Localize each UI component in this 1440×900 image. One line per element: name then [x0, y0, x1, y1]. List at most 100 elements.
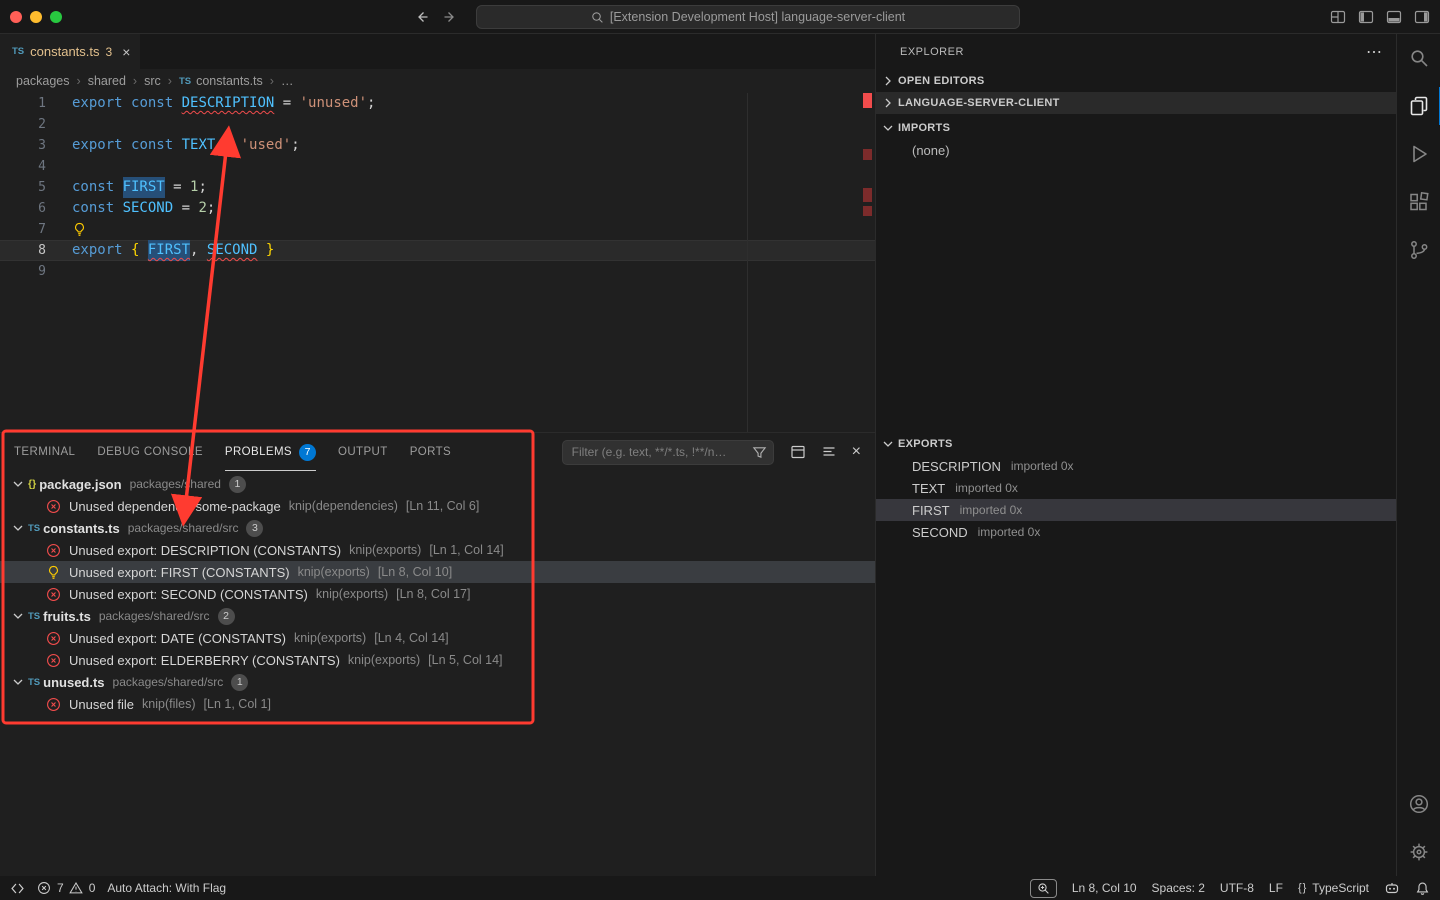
remote-indicator[interactable]: [10, 881, 25, 896]
problem-source: knip(exports): [349, 543, 421, 557]
problem-row[interactable]: Unused dependency: some-packageknip(depe…: [0, 495, 875, 517]
problems-file-name: package.json: [39, 477, 121, 492]
code-token: const: [131, 135, 182, 156]
activity-run-debug[interactable]: [1397, 130, 1440, 178]
editor-group: TS constants.ts 3 × packages › shared › …: [0, 34, 876, 876]
back-icon[interactable]: [414, 9, 430, 25]
chevron-down-icon[interactable]: [10, 476, 28, 492]
problems-filter-input[interactable]: [563, 445, 773, 459]
code-line[interactable]: 7: [0, 219, 875, 240]
activity-source-control[interactable]: [1397, 226, 1440, 274]
export-item[interactable]: TEXTimported 0x: [876, 477, 1396, 499]
problem-row[interactable]: Unused export: DATE (CONSTANTS)knip(expo…: [0, 627, 875, 649]
command-center-search[interactable]: [Extension Development Host] language-se…: [476, 5, 1020, 29]
activity-bar: [1396, 34, 1440, 876]
problems-file-row[interactable]: TSconstants.tspackages/shared/src3: [0, 517, 875, 539]
breadcrumb-item-src[interactable]: src: [144, 74, 161, 88]
problem-row[interactable]: Unused fileknip(files)[Ln 1, Col 1]: [0, 693, 875, 715]
panel-tab-terminal[interactable]: TERMINAL: [14, 433, 75, 471]
line-number: 2: [0, 114, 46, 135]
export-item[interactable]: FIRSTimported 0x: [876, 499, 1396, 521]
customize-layout-icon[interactable]: [1330, 9, 1346, 25]
panel-tab-problems[interactable]: PROBLEMS 7: [225, 433, 316, 471]
code-line[interactable]: 8export { FIRST, SECOND }: [0, 240, 875, 261]
export-item[interactable]: DESCRIPTIONimported 0x: [876, 455, 1396, 477]
indentation[interactable]: Spaces: 2: [1152, 881, 1205, 895]
code-editor[interactable]: 1export const DESCRIPTION = 'unused';23e…: [0, 93, 875, 432]
toggle-sidebar-right-icon[interactable]: [1414, 9, 1430, 25]
more-actions-icon[interactable]: ⋯: [1366, 42, 1382, 62]
problems-file-row[interactable]: TSfruits.tspackages/shared/src2: [0, 605, 875, 627]
problem-row[interactable]: Unused export: FIRST (CONSTANTS)knip(exp…: [0, 561, 875, 583]
panel-actions: ×: [790, 444, 861, 460]
typescript-file-icon: TS: [179, 76, 191, 87]
zoom-indicator[interactable]: [1030, 879, 1057, 898]
error-count: 7: [57, 881, 64, 895]
panel-tab-output[interactable]: OUTPUT: [338, 433, 388, 471]
encoding[interactable]: UTF-8: [1220, 881, 1254, 895]
auto-attach-status[interactable]: Auto Attach: With Flag: [107, 881, 226, 895]
chevron-down-icon[interactable]: [10, 674, 28, 690]
problems-filter: [562, 440, 774, 465]
chevron-down-icon[interactable]: [10, 608, 28, 624]
line-number: 3: [0, 135, 46, 156]
section-language-server-client[interactable]: LANGUAGE-SERVER-CLIENT: [876, 92, 1396, 114]
close-panel-icon[interactable]: ×: [852, 444, 861, 460]
toggle-panel-icon[interactable]: [1386, 9, 1402, 25]
breadcrumb-item-file[interactable]: TS constants.ts: [179, 74, 263, 88]
eol-sequence[interactable]: LF: [1269, 881, 1283, 895]
zoom-window-button[interactable]: [50, 11, 62, 23]
export-item[interactable]: SECONDimported 0x: [876, 521, 1396, 543]
panel-tab-ports[interactable]: PORTS: [410, 433, 451, 471]
code-line[interactable]: 9: [0, 261, 875, 282]
line-number: 9: [0, 261, 46, 282]
exports-items: DESCRIPTIONimported 0xTEXTimported 0xFIR…: [876, 455, 1396, 543]
close-tab-icon[interactable]: ×: [122, 44, 130, 60]
cursor-position[interactable]: Ln 8, Col 10: [1072, 881, 1137, 895]
problems-file-row[interactable]: {}package.jsonpackages/shared1: [0, 473, 875, 495]
notifications-bell-icon[interactable]: [1415, 881, 1430, 896]
problem-row[interactable]: Unused export: ELDERBERRY (CONSTANTS)kni…: [0, 649, 875, 671]
section-imports[interactable]: IMPORTS: [876, 117, 1396, 139]
problem-row[interactable]: Unused export: DESCRIPTION (CONSTANTS)kn…: [0, 539, 875, 561]
line-content: [46, 156, 72, 177]
line-number: 1: [0, 93, 46, 114]
chevron-down-icon[interactable]: [10, 520, 28, 536]
copilot-icon[interactable]: [1384, 880, 1400, 896]
import-item[interactable]: (none): [876, 139, 1396, 161]
code-line[interactable]: 1export const DESCRIPTION = 'unused';: [0, 93, 875, 114]
line-content: [46, 261, 72, 282]
bottom-panel: TERMINAL DEBUG CONSOLE PROBLEMS 7 OUTPUT…: [0, 432, 875, 876]
collapse-all-icon[interactable]: [821, 444, 837, 460]
close-window-button[interactable]: [10, 11, 22, 23]
activity-settings[interactable]: [1397, 828, 1440, 876]
forward-icon[interactable]: [442, 9, 458, 25]
tab-constants-ts[interactable]: TS constants.ts 3 ×: [0, 34, 140, 69]
view-as-table-icon[interactable]: [790, 444, 806, 460]
code-line[interactable]: 3export const TEXT = 'used';: [0, 135, 875, 156]
section-open-editors[interactable]: OPEN EDITORS: [876, 70, 1396, 92]
panel-tab-debug-console[interactable]: DEBUG CONSOLE: [97, 433, 203, 471]
toggle-sidebar-left-icon[interactable]: [1358, 9, 1374, 25]
code-line[interactable]: 2: [0, 114, 875, 135]
activity-search[interactable]: [1397, 34, 1440, 82]
problems-status[interactable]: 7 0: [37, 881, 95, 895]
line-number: 6: [0, 198, 46, 219]
activity-accounts[interactable]: [1397, 780, 1440, 828]
code-line[interactable]: 6const SECOND = 2;: [0, 198, 875, 219]
problems-file-name: fruits.ts: [43, 609, 91, 624]
problems-file-row[interactable]: TSunused.tspackages/shared/src1: [0, 671, 875, 693]
minimize-window-button[interactable]: [30, 11, 42, 23]
activity-extensions[interactable]: [1397, 178, 1440, 226]
code-line[interactable]: 4: [0, 156, 875, 177]
language-mode[interactable]: {} TypeScript: [1298, 881, 1369, 895]
filter-icon[interactable]: [752, 445, 767, 460]
breadcrumb-item-packages[interactable]: packages: [16, 74, 70, 88]
quick-fix-lightbulb-icon[interactable]: [72, 222, 87, 237]
section-exports[interactable]: EXPORTS: [876, 433, 1396, 455]
breadcrumb-item-shared[interactable]: shared: [88, 74, 126, 88]
activity-explorer[interactable]: [1397, 82, 1440, 130]
code-line[interactable]: 5const FIRST = 1;: [0, 177, 875, 198]
breadcrumb-item-symbol[interactable]: …: [281, 74, 294, 88]
problem-row[interactable]: Unused export: SECOND (CONSTANTS)knip(ex…: [0, 583, 875, 605]
